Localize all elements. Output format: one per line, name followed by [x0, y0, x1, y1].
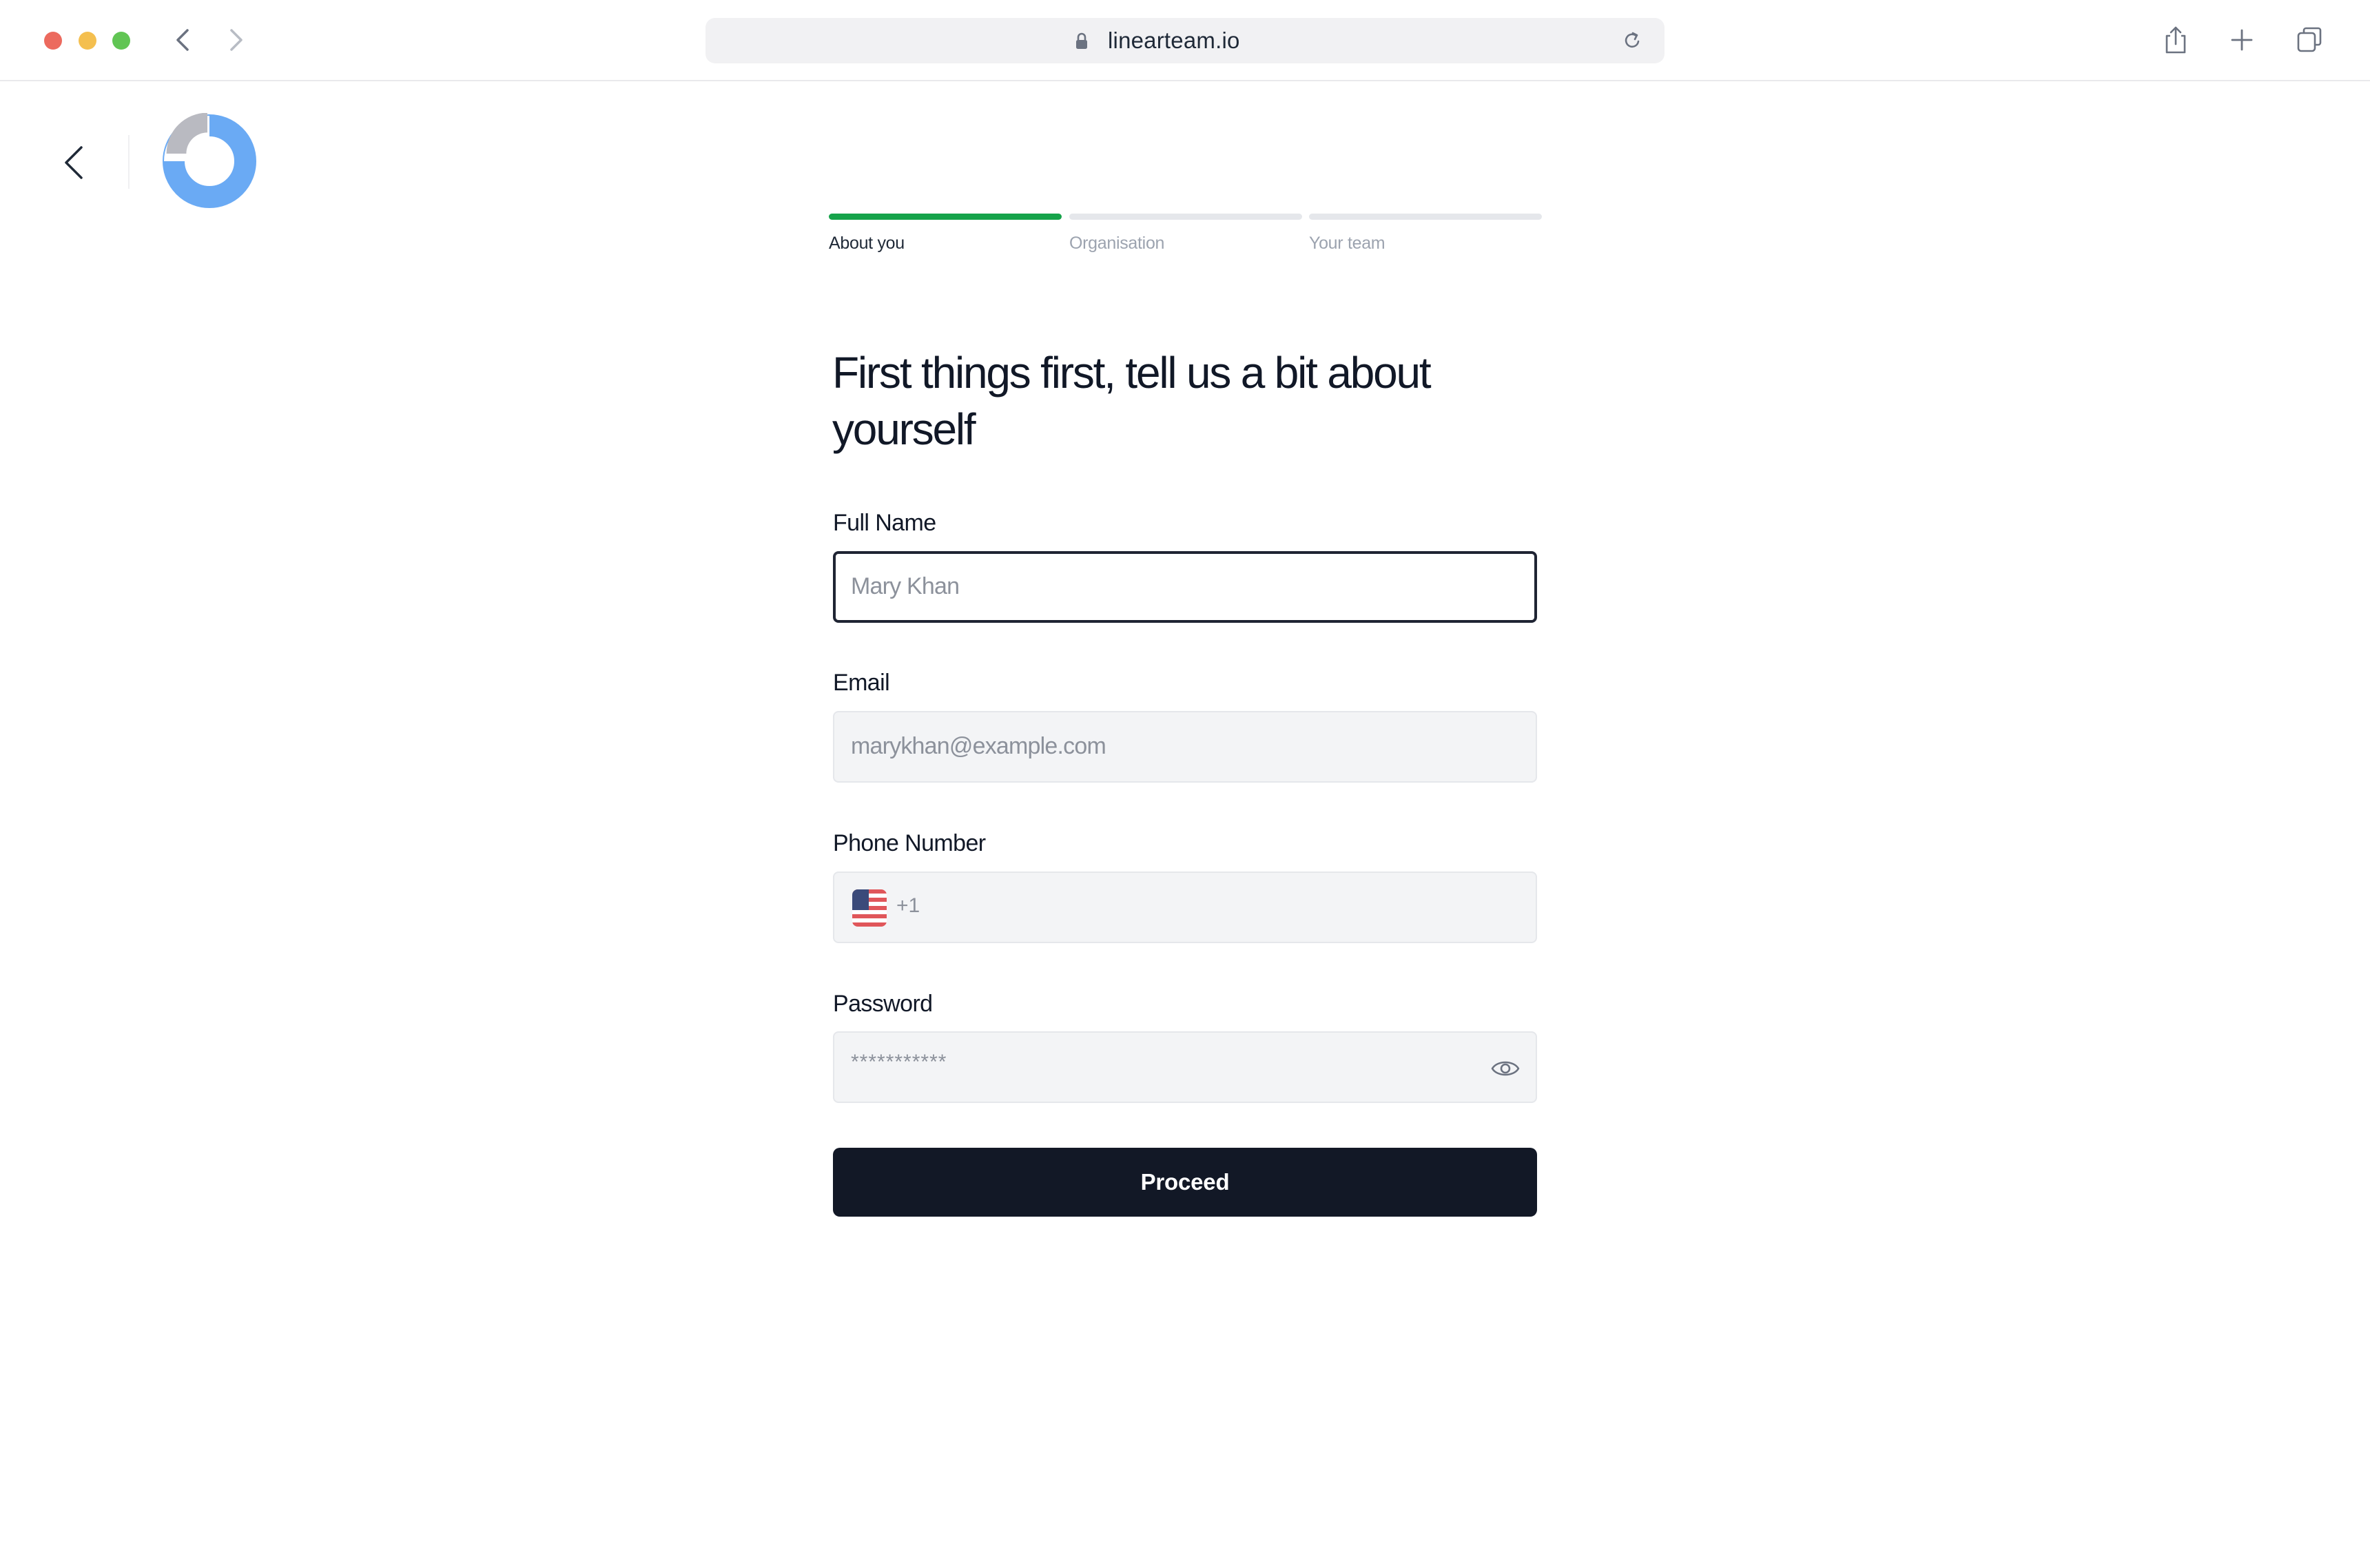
email-label: Email — [833, 670, 890, 696]
password-input[interactable]: *********** — [833, 1031, 1537, 1103]
browser-back-icon[interactable] — [168, 25, 198, 55]
step-about-you[interactable]: About you — [829, 214, 1062, 254]
us-flag-icon[interactable] — [852, 889, 887, 927]
email-input[interactable]: marykhan@example.com — [833, 711, 1537, 783]
back-arrow-icon[interactable] — [59, 142, 90, 183]
eye-icon[interactable] — [1490, 1056, 1521, 1081]
step-progress-bar — [1309, 214, 1542, 220]
step-label: About you — [829, 234, 905, 253]
full-name-input[interactable]: Mary Khan — [833, 551, 1537, 623]
app-logo — [163, 113, 256, 208]
share-icon[interactable] — [2159, 23, 2192, 56]
full-name-placeholder: Mary Khan — [851, 573, 960, 599]
header-divider — [128, 135, 130, 189]
progress-stepper: About you Organisation Your team — [829, 214, 1542, 255]
browser-forward-icon[interactable] — [220, 25, 251, 55]
country-code: +1 — [896, 894, 920, 917]
lock-icon — [1076, 32, 1087, 49]
step-label: Organisation — [1069, 234, 1165, 253]
step-your-team[interactable]: Your team — [1309, 214, 1542, 254]
password-label: Password — [833, 991, 933, 1017]
close-window-button[interactable] — [44, 32, 62, 50]
step-organisation[interactable]: Organisation — [1069, 214, 1302, 254]
password-masked-value: *********** — [851, 1051, 947, 1073]
maximize-window-button[interactable] — [112, 32, 130, 50]
url-text: linearteam.io — [1108, 28, 1240, 53]
minimize-window-button[interactable] — [79, 32, 96, 50]
proceed-button[interactable]: Proceed — [833, 1148, 1537, 1217]
browser-toolbar: linearteam.io — [0, 0, 2370, 81]
reload-icon[interactable] — [1620, 29, 1644, 52]
new-tab-icon[interactable] — [2225, 23, 2258, 56]
address-bar[interactable]: linearteam.io — [705, 18, 1665, 63]
step-progress-bar — [829, 214, 1062, 220]
step-progress-bar — [1069, 214, 1302, 220]
phone-label: Phone Number — [833, 830, 986, 856]
full-name-label: Full Name — [833, 510, 936, 536]
phone-input[interactable]: +1 — [833, 871, 1537, 943]
step-label: Your team — [1309, 234, 1385, 253]
email-placeholder: marykhan@example.com — [851, 733, 1106, 759]
page-title: First things first, tell us a bit about … — [832, 348, 1432, 454]
tab-overview-icon[interactable] — [2293, 23, 2326, 56]
